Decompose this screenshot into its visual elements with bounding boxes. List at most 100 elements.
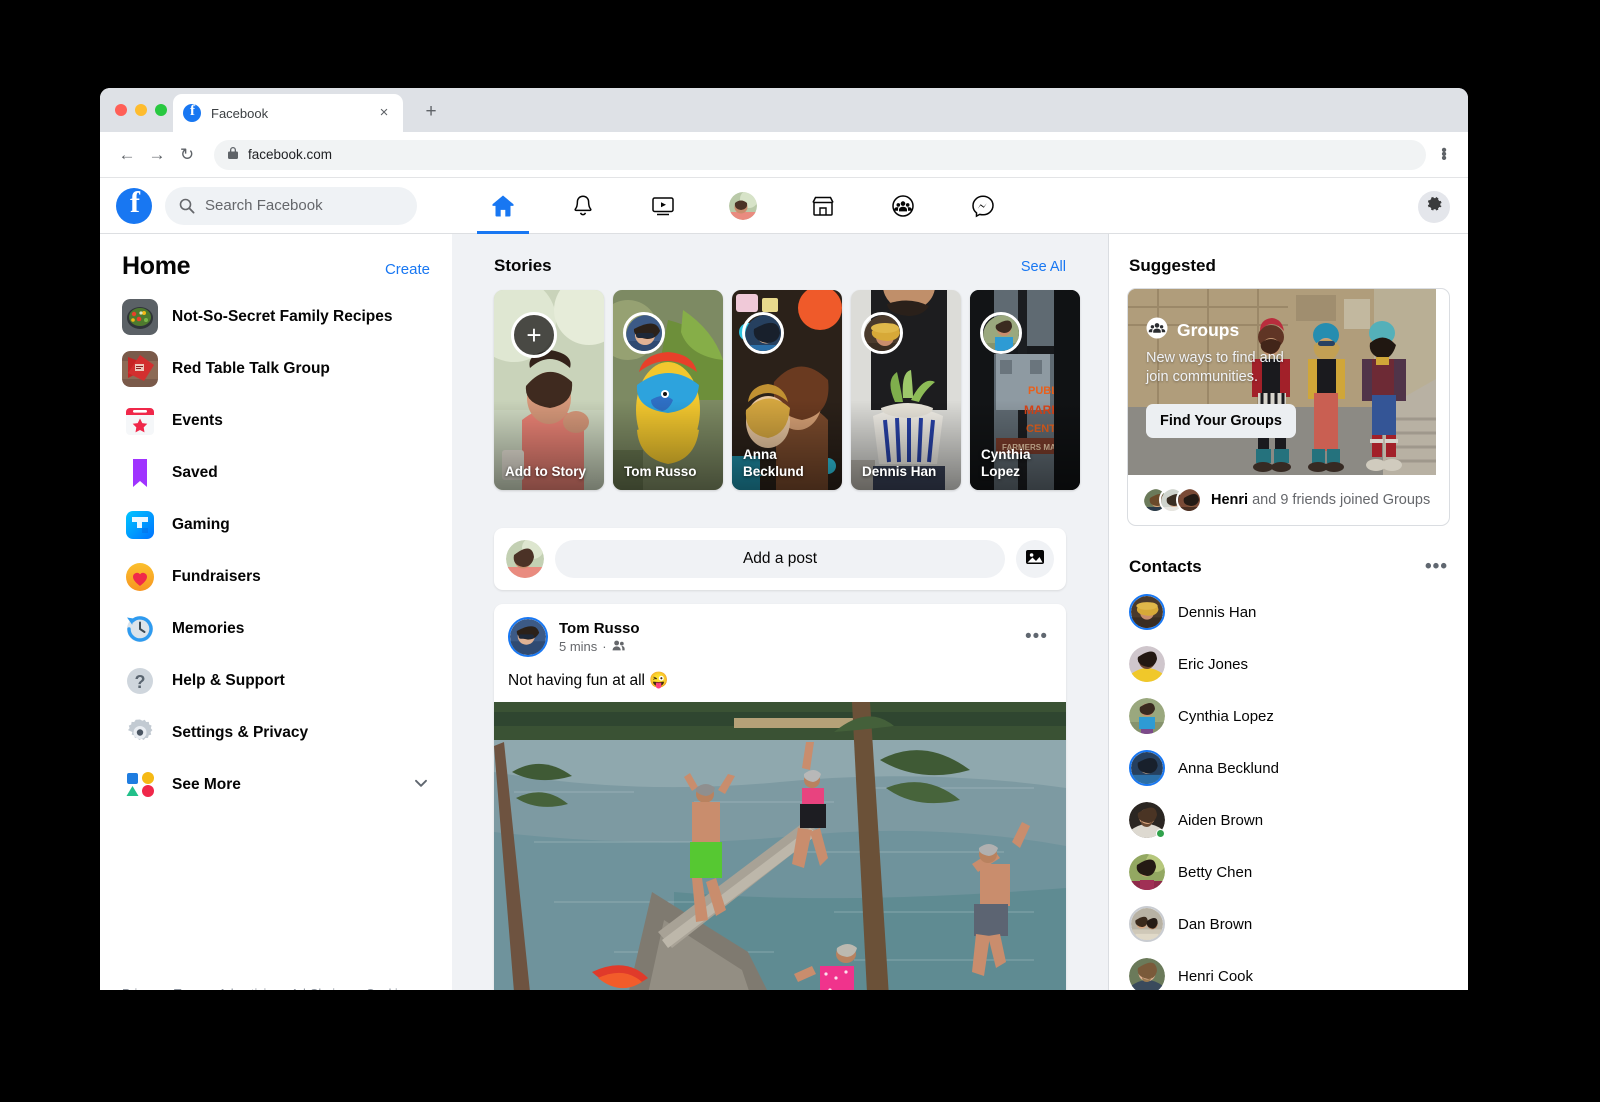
contact-cynthia-lopez[interactable]: Cynthia Lopez	[1109, 690, 1468, 742]
browser-tab[interactable]: Facebook ×	[173, 94, 403, 132]
story-label: Cynthia Lopez	[981, 447, 1031, 479]
story-label: Tom Russo	[624, 464, 697, 479]
page-body: Home Create Not-So-Secret Family Recipes…	[100, 234, 1468, 990]
story-card-add-to-story[interactable]: + Add to Story	[494, 290, 604, 490]
sidebar-item-help-support[interactable]: ? Help & Support	[100, 655, 452, 707]
nav-profile[interactable]	[703, 178, 783, 234]
clock-rewind-icon	[122, 611, 158, 647]
sidebar-item-gaming[interactable]: Gaming	[100, 499, 452, 551]
search-bar[interactable]	[165, 186, 417, 225]
window-traffic-lights	[115, 104, 167, 116]
add-story-plus-icon[interactable]: +	[511, 312, 557, 358]
sidebar-item-label: See More	[172, 776, 241, 793]
nav-home[interactable]	[463, 178, 543, 234]
story-card-cynthia-lopez[interactable]: PUBLIC MARKET CENTE FARMERS MARK Cynthia…	[970, 290, 1080, 490]
avatar-wrap	[1129, 854, 1165, 890]
contact-betty-chen[interactable]: Betty Chen	[1109, 846, 1468, 898]
browser-menu-icon[interactable]: • • •	[1432, 142, 1456, 166]
sidebar-item-recipes[interactable]: Not-So-Secret Family Recipes	[100, 291, 452, 343]
footer-link-cookies[interactable]: Cookies	[366, 987, 411, 990]
footer-link-advertising[interactable]: Advertising	[218, 987, 280, 990]
suggested-card-footer-text: Henri and 9 friends joined Groups	[1211, 492, 1430, 508]
sidebar-item-label: Settings & Privacy	[172, 724, 309, 741]
story-avatar	[623, 312, 665, 354]
find-your-groups-button[interactable]: Find Your Groups	[1146, 404, 1296, 438]
feed-post: Tom Russo 5 mins · ••• Not having fun at…	[494, 604, 1066, 990]
contact-eric-jones[interactable]: Eric Jones	[1109, 638, 1468, 690]
contact-name: Anna Becklund	[1178, 759, 1279, 777]
create-link[interactable]: Create	[385, 261, 430, 278]
story-label: Add to Story	[505, 464, 586, 479]
chevron-down-icon[interactable]	[412, 774, 430, 797]
contacts-title: Contacts	[1129, 557, 1202, 576]
story-card-dennis-han[interactable]: Dennis Han	[851, 290, 961, 490]
contact-dennis-han[interactable]: Dennis Han	[1109, 586, 1468, 638]
stories-see-all-link[interactable]: See All	[1021, 259, 1066, 275]
story-card-tom-russo[interactable]: Tom Russo	[613, 290, 723, 490]
story-avatar	[980, 312, 1022, 354]
sidebar-item-settings-privacy[interactable]: Settings & Privacy	[100, 707, 452, 759]
sidebar-item-events[interactable]: Events	[100, 395, 452, 447]
minimize-window-button[interactable]	[135, 104, 147, 116]
post-author[interactable]: Tom Russo	[559, 620, 640, 637]
footer-link-privacy[interactable]: Privacy	[122, 987, 163, 990]
maximize-window-button[interactable]	[155, 104, 167, 116]
footer-sep: ·	[280, 987, 290, 990]
avatar	[1129, 698, 1165, 734]
sidebar-item-label: Not-So-Secret Family Recipes	[172, 308, 393, 325]
suggested-groups-card[interactable]: Groups New ways to find and join communi…	[1127, 288, 1450, 526]
forward-button[interactable]: →	[142, 140, 172, 170]
post-header: Tom Russo 5 mins · •••	[494, 604, 1066, 662]
avatar	[1129, 750, 1165, 786]
contacts-list: Dennis Han Eric Jones Cynthia Lopez Anna…	[1109, 586, 1468, 990]
stories-header: Stories See All	[452, 234, 1108, 276]
contact-name: Betty Chen	[1178, 863, 1253, 881]
post-input[interactable]: Add a post	[555, 540, 1005, 578]
sidebar-item-fundraisers[interactable]: Fundraisers	[100, 551, 452, 603]
nav-icon-group	[463, 178, 1023, 234]
reload-button[interactable]: ↻	[172, 140, 202, 170]
nav-messenger[interactable]	[943, 178, 1023, 234]
sidebar-item-red-table-talk[interactable]: Red Table Talk Group	[100, 343, 452, 395]
friends-icon[interactable]	[612, 639, 625, 655]
right-sidebar: Suggested Groups New ways to find and jo…	[1108, 234, 1468, 990]
stories-tray[interactable]: + Add to Story Tom Russo Anna Becklund D…	[452, 276, 1108, 490]
footer-link-terms[interactable]: Terms	[174, 987, 208, 990]
post-meta: 5 mins ·	[559, 639, 640, 655]
contacts-menu-button[interactable]: •••	[1425, 556, 1448, 578]
settings-button[interactable]	[1418, 191, 1450, 223]
sidebar-header: Home Create	[100, 234, 452, 287]
online-status-badge	[1156, 829, 1165, 838]
close-window-button[interactable]	[115, 104, 127, 116]
add-photo-button[interactable]	[1016, 540, 1054, 578]
contact-anna-becklund[interactable]: Anna Becklund	[1109, 742, 1468, 794]
shapes-icon	[122, 767, 158, 803]
contact-dan-brown[interactable]: Dan Brown	[1109, 898, 1468, 950]
sidebar-item-memories[interactable]: Memories	[100, 603, 452, 655]
post-composer[interactable]: Add a post	[494, 528, 1066, 590]
story-label: Anna Becklund	[743, 447, 804, 479]
facebook-logo-icon[interactable]	[116, 186, 152, 224]
nav-groups[interactable]	[863, 178, 943, 234]
post-image[interactable]	[494, 702, 1066, 990]
new-tab-button[interactable]: +	[420, 102, 442, 124]
suggested-card-footer[interactable]: Henri and 9 friends joined Groups	[1128, 475, 1449, 525]
nav-watch[interactable]	[623, 178, 703, 234]
nav-marketplace[interactable]	[783, 178, 863, 234]
contacts-header: Contacts •••	[1109, 526, 1468, 586]
post-menu-button[interactable]: •••	[1025, 626, 1052, 648]
nav-notifications[interactable]	[543, 178, 623, 234]
back-button[interactable]: ←	[112, 140, 142, 170]
footer-link-ad-choices[interactable]: Ad Choices	[291, 987, 355, 990]
story-card-anna-becklund[interactable]: Anna Becklund	[732, 290, 842, 490]
avatar[interactable]	[508, 617, 548, 657]
search-input[interactable]	[205, 197, 403, 214]
contact-aiden-brown[interactable]: Aiden Brown	[1109, 794, 1468, 846]
address-bar[interactable]: facebook.com	[214, 139, 1426, 170]
sidebar-item-see-more[interactable]: See More	[100, 759, 452, 811]
contact-henri-cook[interactable]: Henri Cook	[1109, 950, 1468, 990]
close-tab-icon[interactable]: ×	[375, 104, 393, 122]
sidebar-item-label: Fundraisers	[172, 568, 261, 585]
sidebar-item-label: Help & Support	[172, 672, 285, 689]
sidebar-item-saved[interactable]: Saved	[100, 447, 452, 499]
